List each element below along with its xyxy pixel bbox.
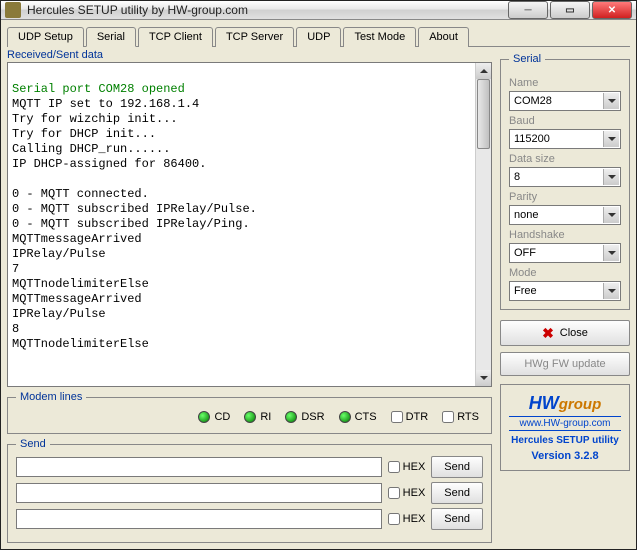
parity-label: Parity [509,191,621,203]
tab-tcp-client[interactable]: TCP Client [138,27,213,47]
scroll-up-icon[interactable] [476,63,491,79]
tab-test-mode[interactable]: Test Mode [343,27,416,47]
led-ri: RI [244,411,271,423]
tab-tcp-server[interactable]: TCP Server [215,27,294,47]
chevron-down-icon[interactable] [603,207,619,223]
scroll-thumb[interactable] [477,79,490,149]
serial-settings-group: Serial Name COM28 Baud 115200 Data size … [500,53,630,310]
window-close-button[interactable]: ✕ [592,1,632,19]
tab-udp-setup[interactable]: UDP Setup [7,27,84,47]
led-cts: CTS [339,411,377,423]
hex-checkbox-3[interactable]: HEX [388,513,426,525]
send-input-2[interactable] [16,483,382,503]
parity-combo[interactable]: none [509,205,621,225]
send-button-2[interactable]: Send [431,482,483,504]
led-icon [285,411,297,423]
terminal-first-line: Serial port COM28 opened [12,82,185,96]
send-button-1[interactable]: Send [431,456,483,478]
checkbox-dtr[interactable]: DTR [391,411,429,423]
send-input-3[interactable] [16,509,382,529]
minimize-button[interactable]: ─ [508,1,548,19]
datasize-combo[interactable]: 8 [509,167,621,187]
brand-version: Version 3.2.8 [509,450,621,462]
led-icon [198,411,210,423]
led-icon [244,411,256,423]
chevron-down-icon[interactable] [603,283,619,299]
modem-lines-group: Modem lines CD RI DSR CTS DTR RTS [7,391,492,434]
send-row-1: HEX Send [16,456,483,478]
terminal-output[interactable]: Serial port COM28 opened MQTT IP set to … [7,62,492,387]
chevron-down-icon[interactable] [603,169,619,185]
window-title: Hercules SETUP utility by HW-group.com [27,3,508,17]
modem-lines-legend: Modem lines [16,391,86,403]
rts-checkbox-input[interactable] [442,411,454,423]
datasize-label: Data size [509,153,621,165]
x-icon: ✖ [542,325,554,342]
close-button[interactable]: ✖Close [500,320,630,346]
tab-bar: UDP Setup Serial TCP Client TCP Server U… [7,26,630,47]
checkbox-rts[interactable]: RTS [442,411,479,423]
hex-checkbox-1[interactable]: HEX [388,461,426,473]
send-row-2: HEX Send [16,482,483,504]
serial-legend: Serial [509,53,545,65]
app-window: Hercules SETUP utility by HW-group.com ─… [0,0,637,550]
send-row-3: HEX Send [16,508,483,530]
branding-panel: HWgroup www.HW-group.com Hercules SETUP … [500,384,630,471]
titlebar[interactable]: Hercules SETUP utility by HW-group.com ─… [1,1,636,20]
brand-app: Hercules SETUP utility [509,435,621,446]
led-dsr: DSR [285,411,324,423]
dtr-checkbox-input[interactable] [391,411,403,423]
chevron-down-icon[interactable] [603,93,619,109]
fw-update-button[interactable]: HWg FW update [500,352,630,376]
chevron-down-icon[interactable] [603,131,619,147]
baud-combo[interactable]: 115200 [509,129,621,149]
brand-site[interactable]: www.HW-group.com [509,416,621,431]
terminal-body: MQTT IP set to 192.168.1.4 Try for wizch… [12,97,257,351]
tab-udp[interactable]: UDP [296,27,341,47]
handshake-label: Handshake [509,229,621,241]
send-legend: Send [16,438,50,450]
led-icon [339,411,351,423]
handshake-combo[interactable]: OFF [509,243,621,263]
mode-combo[interactable]: Free [509,281,621,301]
hex-checkbox-2[interactable]: HEX [388,487,426,499]
tab-serial[interactable]: Serial [86,27,136,47]
received-sent-label: Received/Sent data [7,49,492,61]
app-icon [5,2,21,18]
hw-logo: HWgroup [509,393,621,414]
chevron-down-icon[interactable] [603,245,619,261]
name-label: Name [509,77,621,89]
send-button-3[interactable]: Send [431,508,483,530]
send-group: Send HEX Send HEX Send HEX Send [7,438,492,543]
tab-about[interactable]: About [418,27,469,47]
led-cd: CD [198,411,230,423]
scroll-down-icon[interactable] [476,370,491,386]
baud-label: Baud [509,115,621,127]
mode-label: Mode [509,267,621,279]
name-combo[interactable]: COM28 [509,91,621,111]
send-input-1[interactable] [16,457,382,477]
maximize-button[interactable]: ▭ [550,1,590,19]
terminal-scrollbar[interactable] [475,63,491,386]
